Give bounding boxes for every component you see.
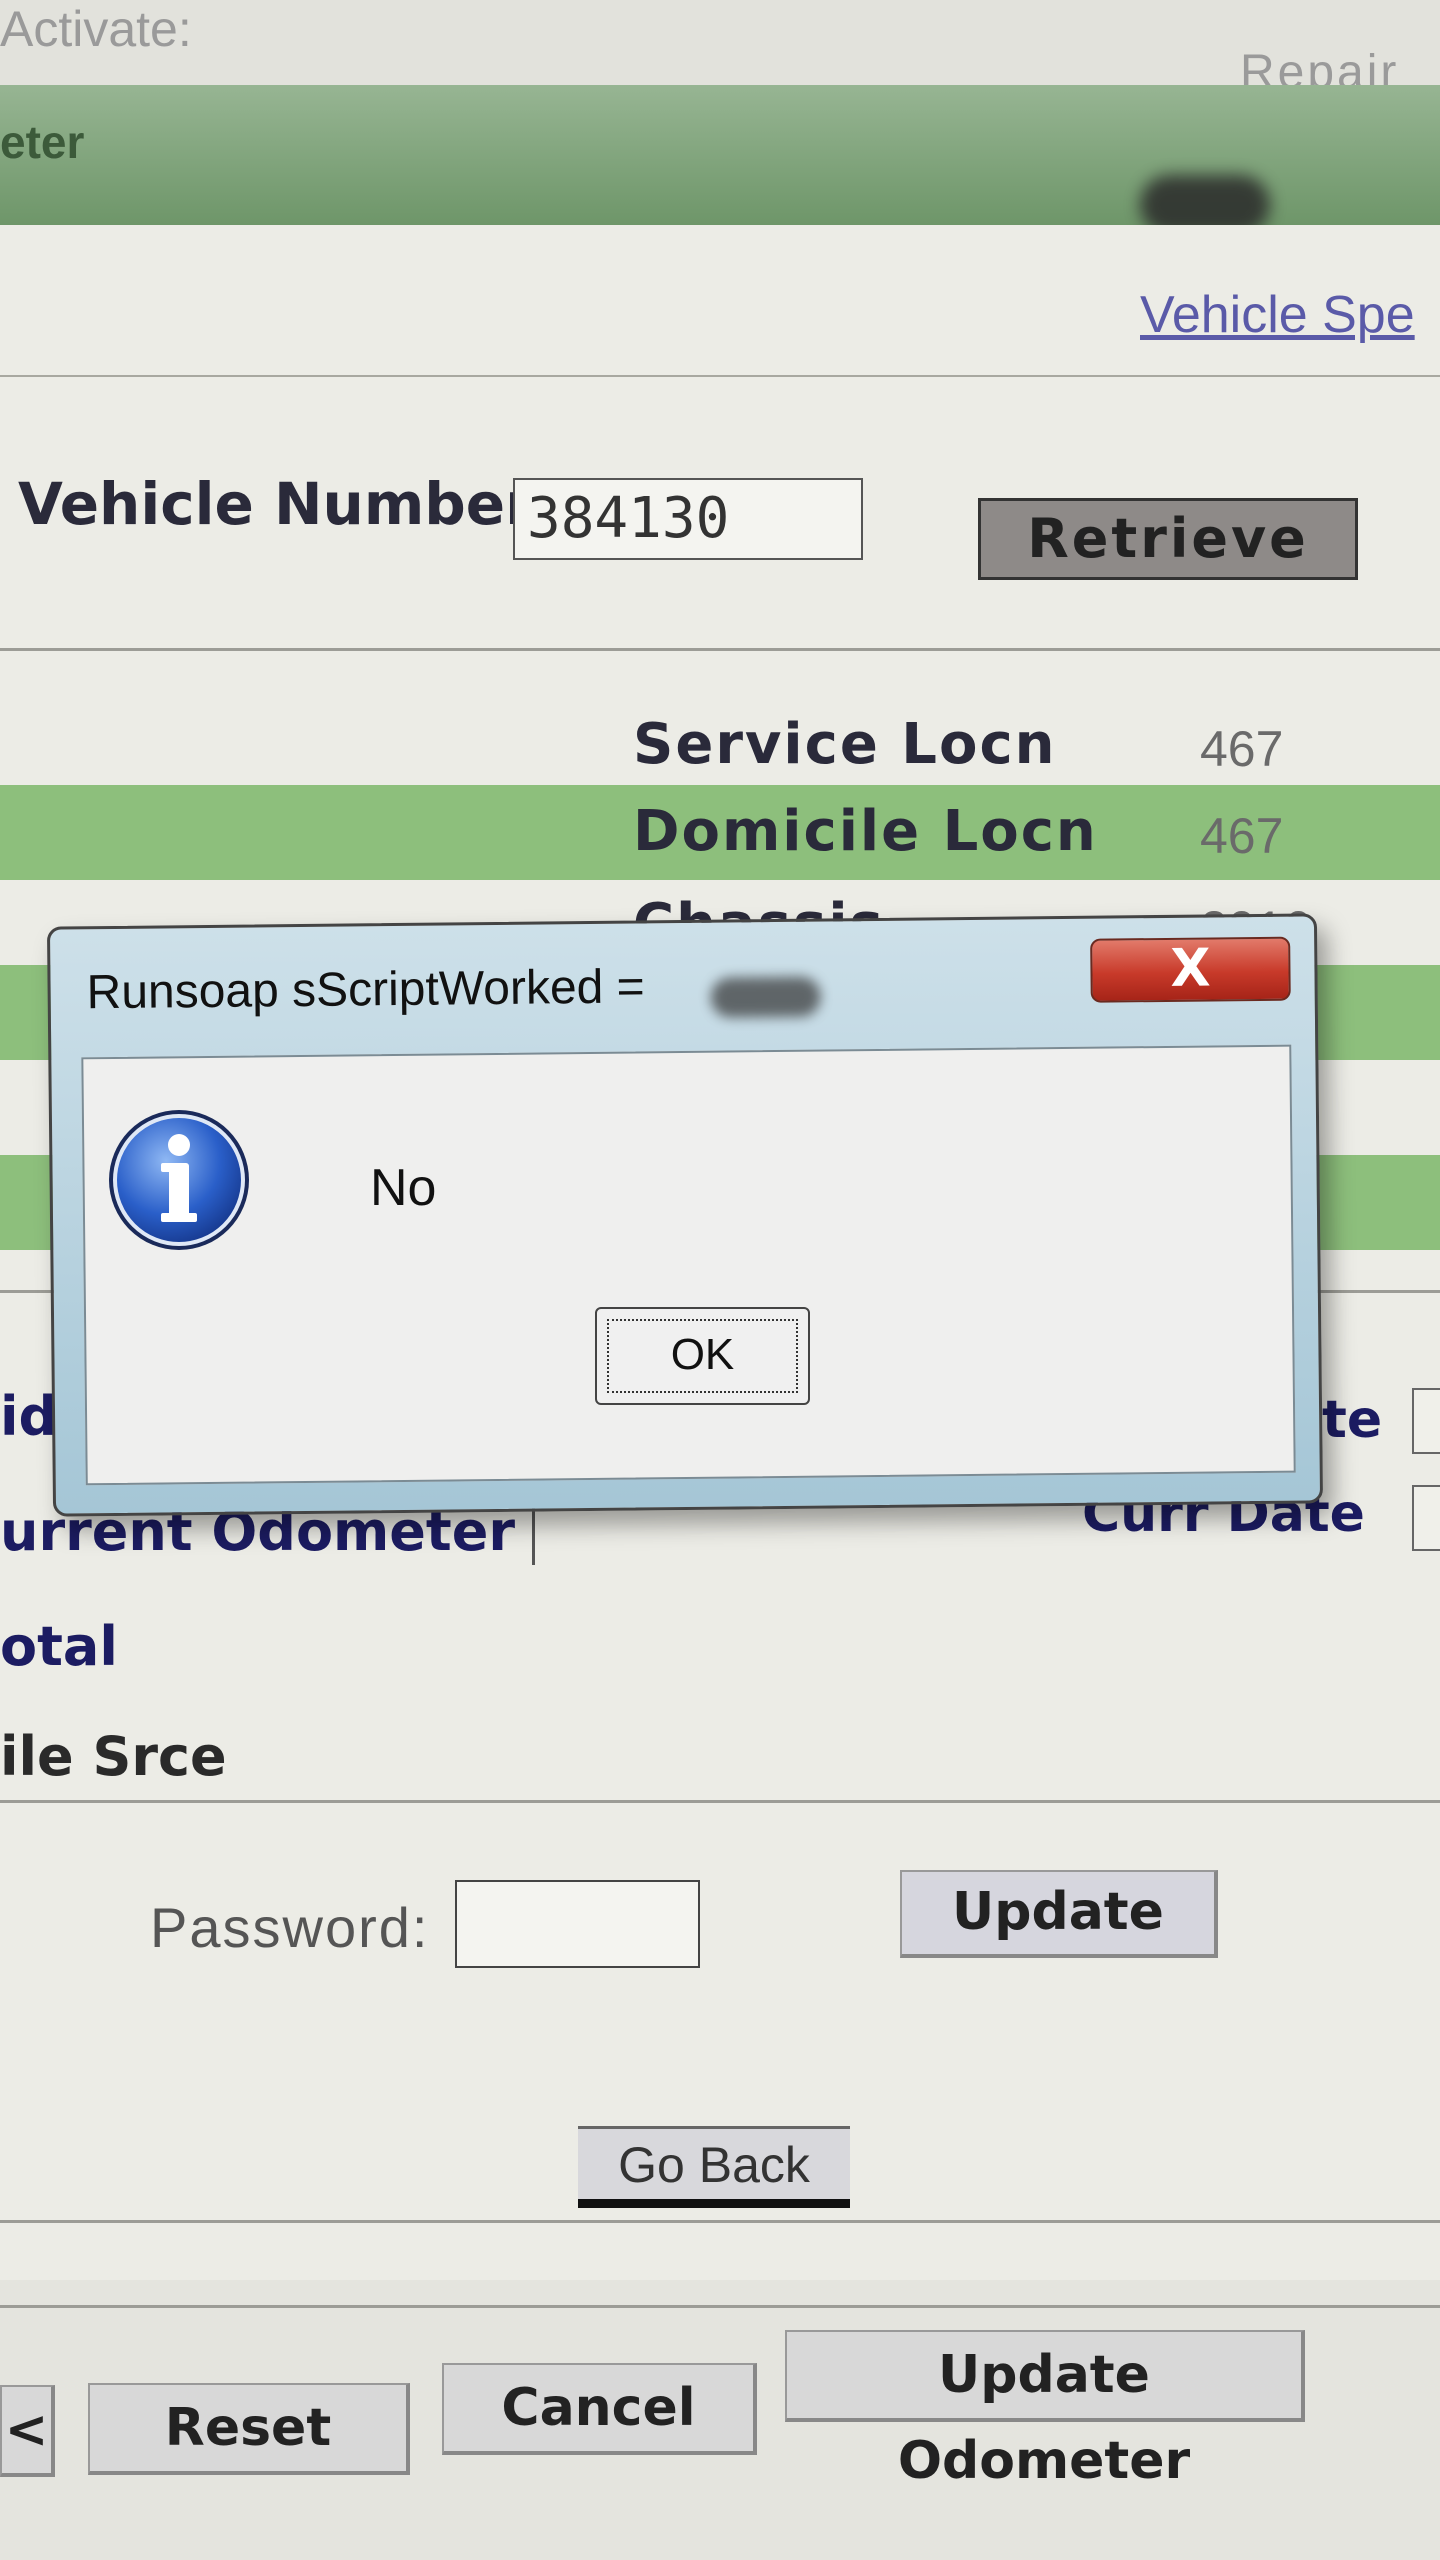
divider (0, 2220, 1440, 2223)
update-button[interactable]: Update (900, 1870, 1218, 1958)
password-input[interactable] (455, 1880, 700, 1968)
top-strip: Activate: Repair (0, 0, 1440, 99)
vehicle-spec-link[interactable]: Vehicle Spe (1140, 285, 1415, 345)
dialog-title: Runsoap sScriptWorked = (86, 960, 645, 1020)
ok-button[interactable]: OK (595, 1307, 810, 1405)
service-locn-value: 467 (1200, 721, 1284, 777)
footer-left-button[interactable]: < (0, 2385, 55, 2477)
vehicle-number-label: Vehicle Number (18, 470, 534, 538)
file-srce-label: ile Srce (0, 1725, 227, 1788)
date-field[interactable] (1412, 1388, 1440, 1454)
section-titlebar: eter (0, 85, 1440, 235)
password-label: Password: (150, 1896, 430, 1959)
divider (0, 648, 1440, 651)
activate-label: Activate: (0, 1, 192, 57)
cancel-button[interactable]: Cancel (442, 2363, 757, 2455)
update-odometer-button[interactable]: Update Odometer (785, 2330, 1305, 2491)
domicile-locn-value: 467 (1200, 808, 1284, 864)
curr-date-field[interactable] (1412, 1485, 1440, 1551)
domicile-locn-row: Domicile Locn 467 (0, 785, 1440, 880)
dialog-message: No (370, 1159, 437, 1217)
divider (0, 2305, 1440, 2308)
information-icon (104, 1105, 254, 1255)
go-back-button[interactable]: Go Back (578, 2126, 850, 2208)
section-title: eter (0, 116, 85, 168)
reset-button[interactable]: Reset (88, 2383, 410, 2475)
vehicle-number-input[interactable]: 384130 (513, 478, 863, 560)
close-button[interactable]: X (1090, 936, 1291, 1003)
title-smudge (710, 976, 821, 1018)
app-window: Activate: Repair eter Vehicle Spe Vehicl… (0, 0, 1440, 2560)
total-label: otal (0, 1615, 118, 1678)
id-label: id (0, 1385, 58, 1448)
focus-rect (607, 1319, 798, 1393)
date-label: te (1322, 1390, 1383, 1450)
retrieve-button[interactable]: Retrieve (978, 498, 1358, 580)
divider (0, 1800, 1440, 1803)
domicile-locn-label: Domicile Locn (633, 799, 1098, 864)
service-locn-row: Service Locn 467 (0, 700, 1440, 795)
service-locn-label: Service Locn (633, 712, 1057, 777)
dialog-body (81, 1044, 1296, 1486)
